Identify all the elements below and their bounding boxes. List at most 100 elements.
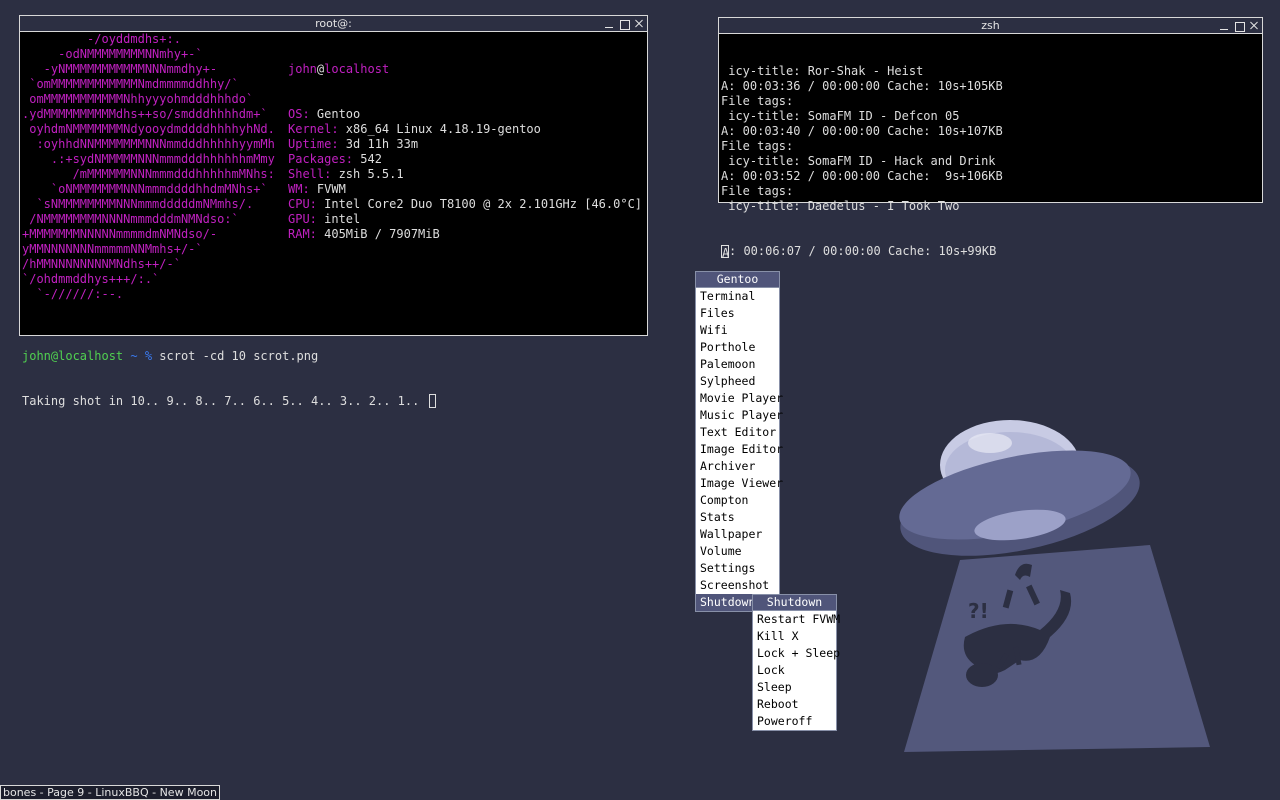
menu-item-music-player[interactable]: Music Player bbox=[696, 407, 783, 424]
terminal-line: icy-title: SomaFM ID - Defcon 05 bbox=[721, 109, 960, 123]
info-value: Gentoo bbox=[309, 107, 361, 121]
menu-item-screenshot[interactable]: Screenshot bbox=[696, 577, 779, 594]
info-key: RAM: bbox=[288, 227, 317, 241]
menu-item-image-editor[interactable]: Image Editor bbox=[696, 441, 783, 458]
submenu-item-lock-sleep[interactable]: Lock + Sleep bbox=[753, 645, 840, 662]
info-value: intel bbox=[316, 212, 361, 226]
terminal-line: icy-title: Daedelus - I Took Two bbox=[721, 199, 960, 213]
menu-item-files[interactable]: Files bbox=[696, 305, 779, 322]
terminal-line: File tags: bbox=[721, 139, 794, 153]
info-value: zsh 5.5.1 bbox=[331, 167, 404, 181]
menu-item-text-editor[interactable]: Text Editor bbox=[696, 424, 779, 441]
info-row: GPU: intel bbox=[288, 212, 642, 227]
maximize-icon[interactable] bbox=[618, 18, 630, 30]
info-row: Uptime: 3d 11h 33m bbox=[288, 137, 642, 152]
menu-item-settings[interactable]: Settings bbox=[696, 560, 779, 577]
info-value: Intel Core2 Duo T8100 @ 2x 2.101GHz [46.… bbox=[316, 197, 643, 211]
info-key: CPU: bbox=[288, 197, 317, 211]
submenu-item-sleep[interactable]: Sleep bbox=[753, 679, 836, 696]
submenu-title: Shutdown bbox=[753, 595, 836, 611]
menu-item-wifi[interactable]: Wifi bbox=[696, 322, 779, 339]
logo-line: -yNMMMMMMMMMMMNNNmmdhy+- bbox=[22, 62, 218, 76]
terminal-line-current: A: 00:06:07 / 00:00:00 Cache: 10s+99KB bbox=[721, 244, 997, 260]
logo-line: -odNMMMMMMMMNNmhy+-` bbox=[22, 47, 203, 61]
logo-line: `/ohdmmddhys+++/:.` bbox=[22, 272, 160, 286]
info-value: 405MiB / 7907MiB bbox=[316, 227, 440, 241]
terminal-window-zsh[interactable]: zsh icy-title: Ror-Shak - Heist A: 00:03:… bbox=[718, 17, 1263, 260]
logo-line: +MMMMMMMNNNNNmmmmdmNMNdso/- bbox=[22, 227, 218, 241]
menu-item-terminal[interactable]: Terminal bbox=[696, 288, 779, 305]
menu-item-palemoon[interactable]: Palemoon bbox=[696, 356, 779, 373]
logo-line: oyhdmNMMMMMMMNdyooydmddddhhhhyhNd. bbox=[22, 122, 275, 136]
menu-item-volume[interactable]: Volume bbox=[696, 543, 779, 560]
logo-line: `oNMMMMMMMNNNmmmddddhhdmMNhs+` bbox=[22, 182, 268, 196]
text-cursor: A bbox=[721, 245, 730, 260]
root-menu[interactable]: Gentoo Terminal Files Wifi Porthole Palemoon… bbox=[695, 271, 783, 612]
logo-line: -/oyddmdhs+:. bbox=[22, 32, 181, 46]
logo-line: omMMMMMMMMMMMNhhyyyohmdddhhhdo` bbox=[22, 92, 254, 106]
status-bar: bones - Page 9 - LinuxBBQ - New Moon bbox=[0, 785, 220, 800]
info-value: x86_64 Linux 4.18.19-gentoo bbox=[338, 122, 541, 136]
menu-item-stats[interactable]: Stats bbox=[696, 509, 779, 526]
info-key: Kernel: bbox=[288, 122, 339, 136]
info-key: OS: bbox=[288, 107, 310, 121]
info-key: Packages: bbox=[288, 152, 354, 166]
close-icon[interactable] bbox=[1248, 20, 1260, 32]
terminal-titlebar[interactable]: root@: bbox=[20, 16, 647, 32]
menu-item-porthole[interactable]: Porthole bbox=[696, 339, 779, 356]
info-key: Shell: bbox=[288, 167, 332, 181]
logo-line: `omMMMMMMMMMMMMNmdmmmmddhhy/` bbox=[22, 77, 239, 91]
logo-line: `sNMMMMMMMMNNNmmmdddddmNMmhs/. bbox=[22, 197, 254, 211]
submenu-item-poweroff[interactable]: Poweroff bbox=[753, 713, 836, 730]
menu-item-image-viewer[interactable]: Image Viewer bbox=[696, 475, 783, 492]
info-row: OS: Gentoo bbox=[288, 107, 642, 122]
info-row: Shell: zsh 5.5.1 bbox=[288, 167, 642, 182]
window-title: root@: bbox=[315, 17, 352, 30]
menu-item-wallpaper[interactable]: Wallpaper bbox=[696, 526, 779, 543]
command-output: Taking shot in 10.. 9.. 8.. 7.. 6.. 5.. … bbox=[22, 394, 427, 408]
info-key: WM: bbox=[288, 182, 310, 196]
terminal-line: A: 00:03:36 / 00:00:00 Cache: 10s+105KB bbox=[721, 79, 1003, 93]
system-info: john@localhost OS: Gentoo Kernel: x86_64 … bbox=[288, 32, 642, 272]
logo-line: :oyhhdNNMMMMMMMNNNmmdddhhhhhyymMh bbox=[22, 137, 275, 151]
submenu-item-lock[interactable]: Lock bbox=[753, 662, 836, 679]
info-row: RAM: 405MiB / 7907MiB bbox=[288, 227, 642, 242]
menu-item-movie-player[interactable]: Movie Player bbox=[696, 390, 783, 407]
shutdown-submenu[interactable]: Shutdown Restart FVWM Kill X Lock + Sleep L… bbox=[752, 594, 840, 731]
submenu-item-restart-fvwm[interactable]: Restart FVWM bbox=[753, 611, 840, 628]
terminal-window-screenfetch[interactable]: root@: -/oyddmdhs+:. -odNMMMMMMMMNNmhy+-… bbox=[19, 15, 648, 408]
terminal-line: A: 00:03:52 / 00:00:00 Cache: 9s+106KB bbox=[721, 169, 1003, 183]
user-host-line: john@localhost bbox=[288, 62, 390, 76]
logo-line: .ydMMMMMMMMMMdhs++so/smdddhhhhdm+` bbox=[22, 107, 268, 121]
info-value: FVWM bbox=[309, 182, 346, 196]
menu-item-compton[interactable]: Compton bbox=[696, 492, 779, 509]
logo-line: /hMMNNNNNNNNMNdhs++/-` bbox=[22, 257, 181, 271]
info-row: WM: FVWM bbox=[288, 182, 642, 197]
logo-line: /NMMMMMMMMNNNNmmmdddmNMNdso:` bbox=[22, 212, 239, 226]
minimize-icon[interactable] bbox=[603, 18, 615, 30]
terminal-body[interactable]: icy-title: Ror-Shak - Heist A: 00:03:36 /… bbox=[719, 34, 1262, 289]
terminal-titlebar[interactable]: zsh bbox=[719, 18, 1262, 34]
terminal-body[interactable]: -/oyddmdhs+:. -odNMMMMMMMMNNmhy+-` -yNMM… bbox=[20, 32, 647, 408]
info-row: CPU: Intel Core2 Duo T8100 @ 2x 2.101GHz… bbox=[288, 197, 642, 212]
gentoo-ascii-logo: -/oyddmdhs+:. -odNMMMMMMMMNNmhy+-` -yNMM… bbox=[22, 32, 275, 302]
window-title: zsh bbox=[981, 19, 1000, 32]
submenu-item-kill-x[interactable]: Kill X bbox=[753, 628, 836, 645]
menu-item-archiver[interactable]: Archiver bbox=[696, 458, 779, 475]
info-key: Uptime: bbox=[288, 137, 339, 151]
maximize-icon[interactable] bbox=[1233, 20, 1245, 32]
logo-line: /mMMMMMMNNNmmmdddhhhhhmMNhs: bbox=[22, 167, 275, 181]
logo-line: `-//////:--. bbox=[22, 287, 124, 301]
submenu-item-reboot[interactable]: Reboot bbox=[753, 696, 836, 713]
minimize-icon[interactable] bbox=[1218, 20, 1230, 32]
terminal-line: icy-title: SomaFM ID - Hack and Drink bbox=[721, 154, 996, 168]
terminal-line: A: 00:03:40 / 00:00:00 Cache: 10s+107KB bbox=[721, 124, 1003, 138]
menu-item-sylpheed[interactable]: Sylpheed bbox=[696, 373, 779, 390]
close-icon[interactable] bbox=[633, 18, 645, 30]
terminal-line: icy-title: Ror-Shak - Heist bbox=[721, 64, 924, 78]
terminal-line: File tags: bbox=[721, 94, 794, 108]
shell-prompt: john@localhost ~ % scrot -cd 10 scrot.pn… bbox=[22, 319, 436, 439]
menu-title: Gentoo bbox=[696, 272, 779, 288]
info-value: 542 bbox=[353, 152, 382, 166]
info-row: Packages: 542 bbox=[288, 152, 642, 167]
